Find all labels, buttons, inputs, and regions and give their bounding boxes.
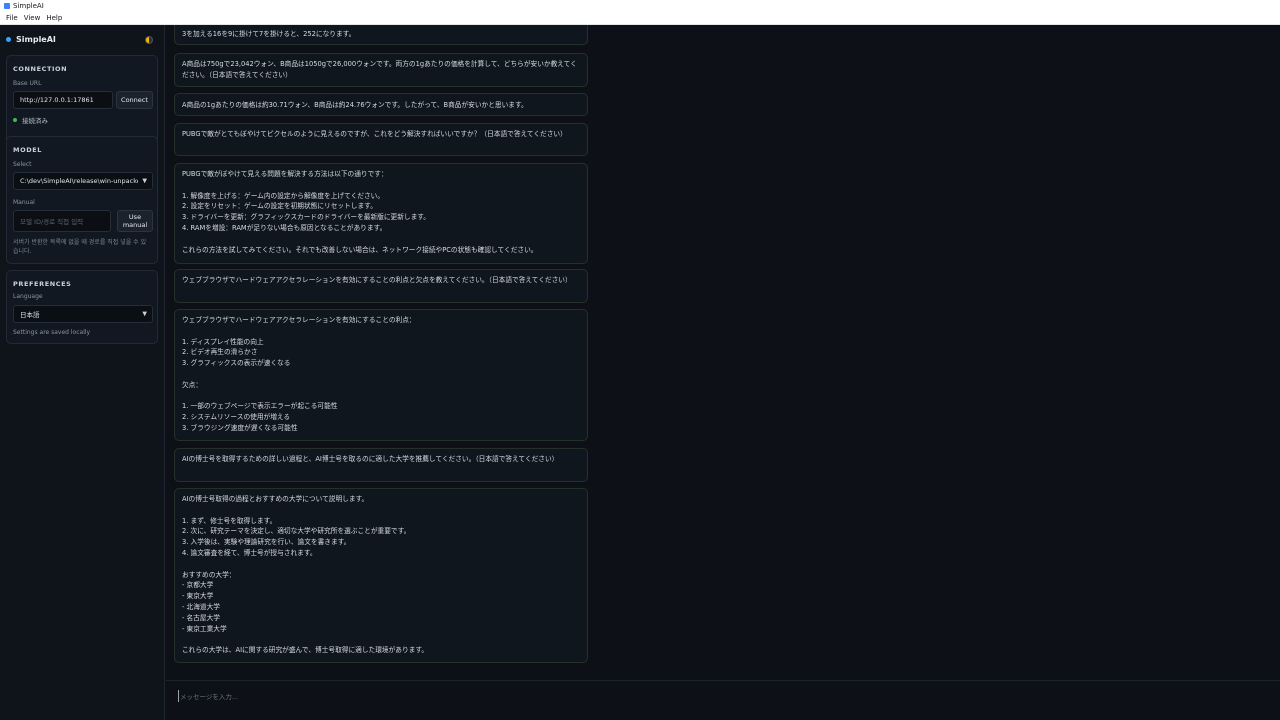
chat-message: PUBGで敵がとてもぼやけてピクセルのように見えるのですが、これをどう解決すれば… [174,123,588,156]
model-select-label: Select [13,161,32,168]
sidebar: SimpleAI CONNECTION Base URL http://127.… [0,25,165,720]
chat-message: AIの博士号取得の過程とおすすめの大学について説明します。 1. まず、修士号を… [174,488,588,663]
menu-view[interactable]: View [21,12,44,24]
status-dot-icon [13,118,17,122]
menu-help[interactable]: Help [43,12,65,24]
model-hint: 서버가 반환한 목록에 없을 때 경로를 직접 넣을 수 있습니다. [13,239,147,255]
chat-message: PUBGで敵がぼやけて見える問題を解決する方法は以下の通りです： 1. 解像度を… [174,163,588,264]
connection-heading: CONNECTION [13,65,68,73]
language-label: Language [13,293,43,300]
settings-saved-note: Settings are saved locally [13,329,91,336]
preferences-panel: PREFERENCES Language 日本語 ▼ Settings are … [6,270,158,344]
brand: SimpleAI [6,35,56,44]
model-heading: MODEL [13,146,42,154]
use-manual-button[interactable]: Use manual [117,210,153,232]
model-select-value: C:\dev\SimpleAI\release\win-unpacke [20,177,138,185]
language-select[interactable]: 日本語 ▼ [13,305,153,323]
manual-model-input[interactable]: 모델 ID/경로 직접 입력 [13,210,111,232]
menu-file[interactable]: File [3,12,21,24]
composer: メッセージを入力... [166,680,1280,720]
chevron-down-icon: ▼ [142,310,147,318]
language-select-value: 日本語 [20,311,40,319]
chat-message: A商品は750gで23,042ウォン、B商品は1050gで26,000ウォンです… [174,53,588,87]
chat-message: ウェブブラウザでハードウェアアクセラレーションを有効にすることの利点と欠点を教え… [174,269,588,303]
chat-message: A商品の1gあたりの価格は約30.71ウォン、B商品は約24.76ウォンです。し… [174,93,588,116]
app-icon [4,3,10,9]
base-url-input[interactable]: http://127.0.0.1:17861 [13,91,113,109]
model-select[interactable]: C:\dev\SimpleAI\release\win-unpacke ▼ [13,172,153,190]
connection-status: 接続済み [13,115,48,125]
connection-status-text: 接続済み [22,117,48,125]
window-titlebar: SimpleAI [0,0,1280,12]
menu-bar: File View Help [0,12,1280,25]
chat-message: ウェブブラウザでハードウェアアクセラレーションを有効にすることの利点： 1. デ… [174,309,588,441]
chat-message: AIの博士号を取得するための詳しい過程と、AI博士号を取るのに適した大学を推薦し… [174,448,588,482]
brand-dot-icon [6,37,11,42]
connect-button[interactable]: Connect [116,91,153,109]
manual-label: Manual [13,199,35,206]
chevron-down-icon: ▼ [142,177,147,185]
theme-toggle-icon[interactable] [145,36,153,44]
window-title: SimpleAI [13,2,44,10]
preferences-heading: PREFERENCES [13,280,72,288]
message-input[interactable]: メッセージを入力... [178,690,678,702]
brand-name: SimpleAI [16,35,56,44]
chat-area: 3を加える16を9に掛けて7を掛けると、252になります。 A商品は750gで2… [166,25,1280,680]
base-url-label: Base URL [13,80,42,87]
chat-message: 3を加える16を9に掛けて7を掛けると、252になります。 [174,25,588,45]
model-panel: MODEL Select C:\dev\SimpleAI\release\win… [6,136,158,264]
